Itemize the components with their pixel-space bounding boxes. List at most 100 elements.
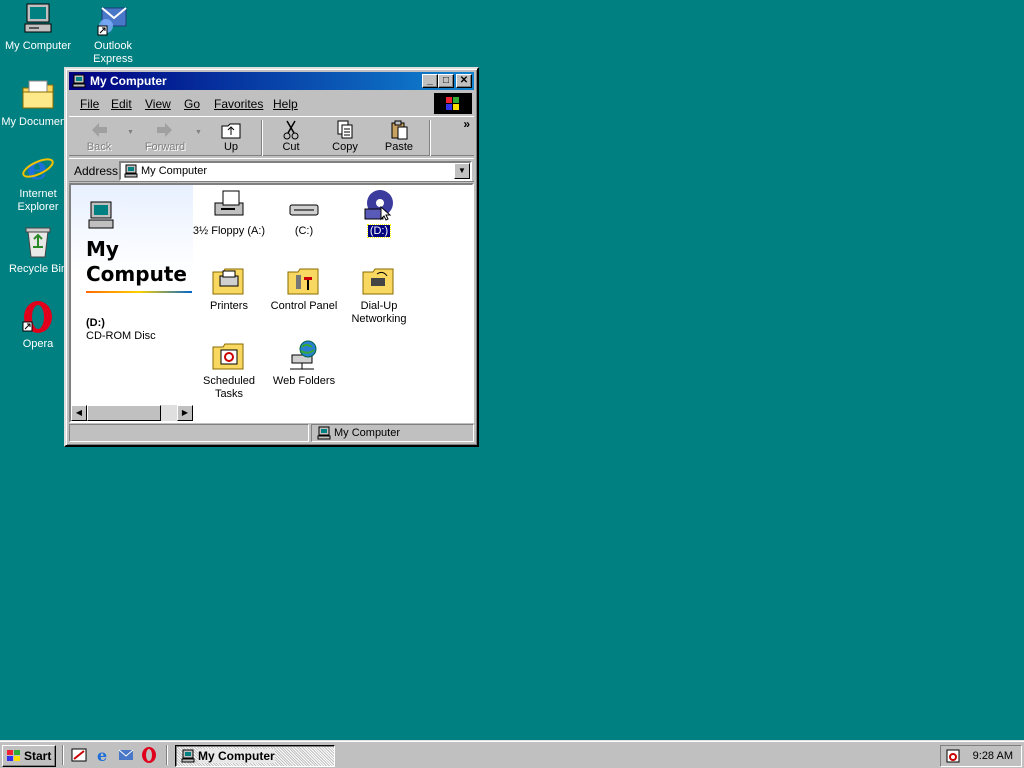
svg-text:e: e	[27, 150, 47, 184]
paste-icon	[388, 120, 410, 140]
standard-toolbar: Back ▼ Forward ▼ Up Cut Copy Paste »	[69, 116, 474, 156]
sidebar-title: My Compute	[86, 237, 187, 286]
start-button[interactable]: Start	[2, 745, 56, 767]
desktop-icon-label: Outlook Express	[93, 40, 133, 65]
my-documents-folder-icon	[21, 78, 55, 112]
opera-icon	[21, 300, 55, 334]
item-floppy-a[interactable]: 3½ Floppy (A:)	[189, 189, 269, 238]
scroll-left-button[interactable]: ◀	[71, 405, 87, 421]
dialup-networking-icon	[361, 264, 397, 296]
back-arrow-icon	[88, 120, 110, 140]
outlook-express-icon	[96, 2, 130, 36]
selected-item-type: CD-ROM Disc	[86, 330, 156, 342]
cd-rom-icon	[361, 189, 397, 221]
status-panel-right: My Computer	[311, 424, 474, 442]
address-value: My Computer	[141, 165, 208, 177]
my-computer-icon	[180, 749, 196, 763]
maximize-icon: □	[442, 75, 450, 86]
scroll-thumb[interactable]	[87, 405, 161, 421]
show-desktop-icon[interactable]	[70, 747, 88, 763]
desktop-icon-label: My Computer	[4, 40, 72, 52]
my-computer-icon	[316, 426, 332, 440]
paste-button[interactable]: Paste	[373, 120, 425, 153]
menu-favorites[interactable]: Favorites	[214, 97, 263, 111]
my-computer-window[interactable]: My Computer _ □ ✕ File Edit View Go Favo…	[64, 67, 479, 447]
item-control-panel[interactable]: Control Panel	[264, 264, 344, 313]
taskbar-separator	[166, 745, 168, 765]
sidebar-divider	[86, 291, 192, 293]
web-folders-icon	[286, 339, 322, 371]
cut-button[interactable]: Cut	[265, 120, 317, 153]
hard-drive-icon	[286, 189, 322, 221]
item-printers[interactable]: Printers	[189, 264, 269, 313]
close-icon: ✕	[459, 75, 469, 86]
outlook-express-icon[interactable]	[117, 747, 135, 763]
menu-file[interactable]: File	[80, 97, 99, 111]
minimize-icon: _	[427, 75, 433, 86]
internet-explorer-icon: e	[21, 149, 55, 187]
internet-explorer-icon[interactable]: e	[94, 746, 112, 765]
address-label: Address	[74, 164, 119, 178]
arrow-left-icon: ◀	[75, 408, 83, 417]
menu-go[interactable]: Go	[184, 97, 200, 111]
copy-button[interactable]: Copy	[319, 120, 371, 153]
recycle-bin-icon	[21, 225, 55, 259]
folder-content-pane[interactable]: My Compute (D:) CD-ROM Disc 3½ Floppy (A…	[69, 183, 474, 423]
address-bar: Address My Computer ▼	[69, 158, 474, 182]
scroll-right-button[interactable]: ▶	[177, 405, 193, 421]
desktop-icon-outlook-express[interactable]: Outlook Express	[75, 2, 151, 66]
desktop-icon-my-computer[interactable]: My Computer	[0, 2, 76, 53]
menu-view[interactable]: View	[145, 97, 171, 111]
menu-edit[interactable]: Edit	[111, 97, 132, 111]
floppy-drive-icon	[211, 189, 247, 221]
taskbar-button-my-computer[interactable]: My Computer	[175, 745, 335, 767]
system-tray: 9:28 AM	[940, 745, 1022, 767]
forward-dropdown-icon[interactable]: ▼	[195, 129, 202, 136]
item-drive-c[interactable]: (C:)	[264, 189, 344, 238]
printers-folder-icon	[211, 264, 247, 296]
forward-arrow-icon	[154, 120, 176, 140]
my-computer-icon	[21, 2, 55, 36]
toolbar-separator	[261, 120, 263, 156]
address-dropdown-button[interactable]: ▼	[454, 163, 470, 179]
status-bar: My Computer	[69, 424, 474, 442]
horizontal-scrollbar[interactable]: ◀ ▶	[71, 405, 193, 421]
selected-item-name: (D:)	[86, 317, 105, 329]
window-titlebar[interactable]: My Computer _ □ ✕	[69, 72, 474, 90]
forward-button[interactable]: Forward	[139, 120, 191, 153]
status-text: My Computer	[334, 427, 401, 439]
opera-icon[interactable]	[140, 747, 158, 763]
menu-bar: File Edit View Go Favorites Help	[69, 92, 474, 114]
item-scheduled-tasks[interactable]: Scheduled Tasks	[189, 339, 269, 401]
taskbar-separator	[62, 745, 64, 765]
svg-text:e: e	[97, 747, 107, 763]
windows-logo	[434, 93, 472, 114]
back-button[interactable]: Back	[73, 120, 125, 153]
menu-help[interactable]: Help	[273, 97, 298, 111]
up-button[interactable]: Up	[205, 120, 257, 153]
back-dropdown-icon[interactable]: ▼	[127, 129, 134, 136]
my-computer-icon	[123, 164, 139, 178]
scheduled-tasks-icon	[211, 339, 247, 371]
item-dial-up-networking[interactable]: Dial-Up Networking	[339, 264, 419, 326]
item-web-folders[interactable]: Web Folders	[264, 339, 344, 388]
scheduler-tray-icon[interactable]	[945, 748, 961, 764]
windows-flag-icon	[6, 749, 22, 763]
my-computer-icon	[72, 74, 86, 88]
copy-icon	[334, 120, 356, 140]
control-panel-icon	[286, 264, 322, 296]
my-computer-icon	[86, 200, 118, 232]
arrow-right-icon: ▶	[181, 408, 189, 417]
address-combobox[interactable]: My Computer ▼	[119, 161, 472, 181]
up-folder-icon	[220, 120, 242, 140]
clock[interactable]: 9:28 AM	[973, 750, 1013, 762]
window-title: My Computer	[90, 74, 167, 88]
chevron-down-icon: ▼	[458, 166, 466, 175]
close-button[interactable]: ✕	[456, 74, 472, 88]
toolbar-more-chevron-icon[interactable]: »	[463, 117, 470, 131]
maximize-button[interactable]: □	[438, 74, 454, 88]
minimize-button[interactable]: _	[422, 74, 438, 88]
toolbar-separator	[429, 120, 431, 156]
scissors-icon	[280, 120, 302, 140]
item-drive-d[interactable]: (D:)	[339, 189, 419, 238]
